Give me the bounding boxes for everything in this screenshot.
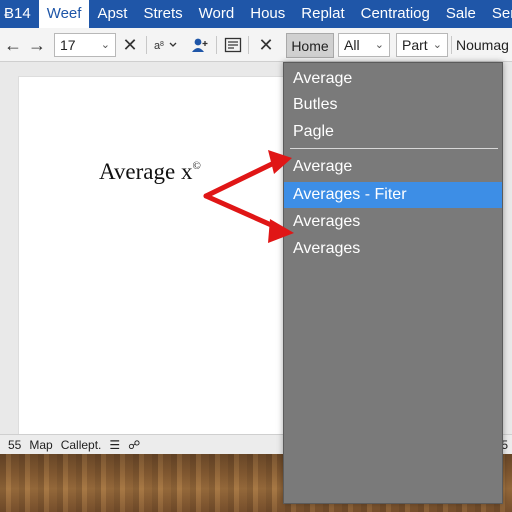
close-icon[interactable]: ✕ [120, 28, 140, 62]
document-main-text: Average x [99, 159, 193, 184]
user-icon[interactable] [186, 28, 212, 62]
svg-text:8: 8 [160, 41, 164, 48]
dropdown-item-3[interactable]: Average [284, 154, 502, 180]
toolbar-divider [146, 36, 147, 54]
toolbar-divider [216, 36, 217, 54]
arrow-right-icon[interactable]: → [26, 28, 48, 62]
chevron-down-icon: ⌄ [432, 39, 442, 51]
format-icon[interactable]: a 8 [152, 28, 182, 62]
menu-bar: Ƀ14 Weef Apst Strets Word Hous Replat Ce… [0, 0, 512, 28]
font-size-value: 17 [60, 37, 76, 53]
numag-button[interactable]: Noumag [456, 28, 512, 62]
dropdown-divider [290, 148, 498, 149]
tab-2[interactable]: Apst [89, 0, 135, 28]
dropdown-menu: Average Butles Pagle Average Averages - … [283, 62, 503, 504]
home-button[interactable]: Home [286, 33, 334, 58]
part-value: Part [402, 37, 428, 53]
tab-1[interactable]: Weef [38, 0, 90, 28]
dropdown-item-2[interactable]: Pagle [284, 119, 502, 145]
font-size-combo[interactable]: 17 ⌄ [54, 33, 116, 57]
tab-7[interactable]: Centratiog [353, 0, 438, 28]
toolbar-divider [451, 36, 452, 54]
tab-4[interactable]: Word [191, 0, 243, 28]
close-icon[interactable]: ✕ [256, 28, 276, 62]
dropdown-item-5[interactable]: Averages [284, 209, 502, 235]
status-callept[interactable]: Callept. [61, 438, 102, 452]
document-superscript: © [192, 160, 201, 172]
dropdown-item-4[interactable]: Averages - Fiter [284, 182, 502, 208]
document-text: Average x© [99, 159, 201, 185]
filter-all-value: All [344, 37, 360, 53]
chevron-down-icon: ⌄ [374, 39, 384, 51]
tab-6[interactable]: Replat [293, 0, 352, 28]
tab-9[interactable]: Ser [484, 0, 512, 28]
list-icon[interactable]: ☰ [109, 438, 120, 452]
document-icon[interactable] [222, 28, 244, 62]
toolbar: ← → 17 ⌄ ✕ a 8 ✕ Home All ⌄ Part ⌄ Nouma… [0, 28, 512, 62]
tab-0[interactable]: Ƀ14 [0, 0, 39, 28]
dropdown-item-1[interactable]: Butles [284, 92, 502, 118]
toolbar-divider [248, 36, 249, 54]
tab-3[interactable]: Strets [135, 0, 190, 28]
arrow-left-icon[interactable]: ← [2, 28, 24, 62]
status-map[interactable]: Map [29, 438, 52, 452]
tab-8[interactable]: Sale [438, 0, 484, 28]
status-page-num: 55 [8, 437, 22, 452]
dropdown-item-0[interactable]: Average [284, 66, 502, 92]
part-combo[interactable]: Part ⌄ [396, 33, 448, 57]
document-page[interactable]: Average x© [18, 76, 308, 436]
chevron-down-icon: ⌄ [100, 39, 110, 51]
filter-all-combo[interactable]: All ⌄ [338, 33, 390, 57]
tab-5[interactable]: Hous [242, 0, 293, 28]
link-icon[interactable]: ☍ [128, 438, 140, 452]
dropdown-item-6[interactable]: Averages [284, 236, 502, 262]
